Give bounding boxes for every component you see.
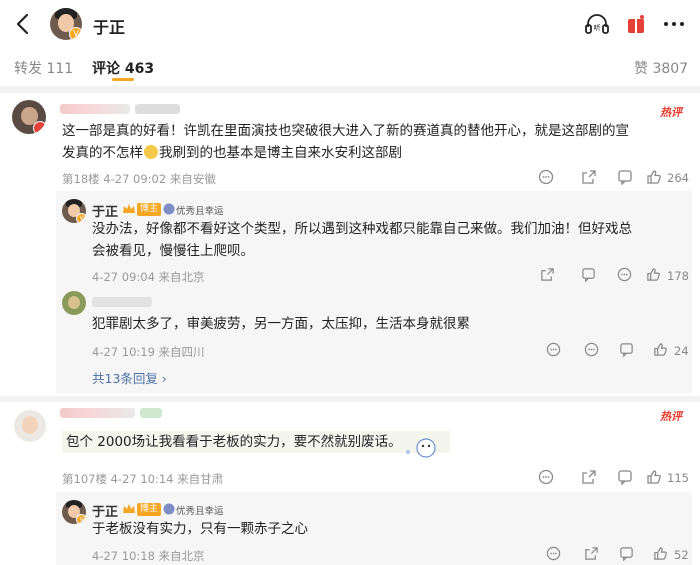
reply-meta: 4-27 10:18 来自北京 [92, 549, 205, 563]
reply-icon[interactable] [546, 546, 561, 561]
reply-text: 于老板没有实力，只有一颗赤子之心 [92, 521, 308, 537]
share-icon[interactable] [540, 267, 555, 282]
top-bar: V 于正 听 [0, 0, 700, 50]
tab-reposts[interactable]: 转发 111 [14, 58, 73, 78]
blurred-badge [140, 408, 162, 418]
commenter-avatar[interactable] [14, 410, 46, 442]
verified-badge-icon: V [69, 27, 82, 40]
reply-meta: 4-27 10:19 来自四川 [92, 345, 205, 359]
more-icon[interactable] [662, 12, 686, 36]
verified-badge-icon: V [76, 514, 86, 524]
like-icon[interactable] [653, 342, 668, 357]
reply-icon[interactable] [584, 342, 599, 357]
comment-icon[interactable] [581, 267, 596, 282]
share-icon[interactable] [581, 169, 597, 185]
reply-icon[interactable] [617, 267, 632, 282]
author-badge: 博主 [137, 503, 162, 516]
share-icon[interactable] [581, 469, 597, 485]
reply-text: 没办法，好像都不看好这个类型，所以遇到这种戏都只能靠自己来做。我们加油！但好戏总… [92, 221, 632, 259]
comment-icon[interactable] [617, 469, 633, 485]
back-arrow-icon[interactable] [12, 12, 36, 36]
like-count: 115 [667, 471, 689, 485]
reply-avatar[interactable]: V [62, 199, 86, 223]
comment-icon[interactable] [619, 342, 634, 357]
level-crown-icon [122, 203, 136, 215]
author-avatar[interactable]: V [50, 8, 82, 40]
divider [0, 396, 700, 402]
like-count: 24 [674, 344, 689, 358]
user-badge-icon [33, 121, 46, 134]
commenter-avatar[interactable] [12, 100, 46, 134]
like-icon[interactable] [646, 169, 662, 185]
reply-avatar[interactable]: V [62, 500, 86, 524]
comment-text: 这一部是真的好看！许凯在里面演技也突破很大进入了新的赛道真的替他开心，就是这部剧… [62, 123, 629, 161]
tab-comments[interactable]: 评论 463 [92, 58, 154, 78]
tab-bar: 转发 111 评论 463 赞 3807 [0, 54, 700, 84]
blurred-badge [135, 104, 180, 114]
blurred-username [92, 297, 152, 307]
share-icon[interactable] [584, 546, 599, 561]
listen-icon[interactable]: 听 [584, 12, 609, 36]
tag-icon [163, 503, 175, 515]
like-count: 52 [674, 548, 689, 562]
like-icon[interactable] [653, 546, 668, 561]
author-badge: 博主 [137, 203, 162, 216]
like-count: 264 [667, 171, 689, 185]
verified-badge-icon: V [76, 213, 86, 223]
page-title: 于正 [93, 18, 126, 37]
comment-meta: 第18楼 4-27 09:02 来自安徽 [62, 172, 216, 186]
reply-text: 犯罪剧太多了，审美疲劳，另一方面，太压抑，生活本身就很累 [92, 316, 470, 332]
tag-icon [163, 203, 175, 215]
blurred-username [60, 104, 130, 114]
user-tag: 优秀且幸运 [176, 206, 224, 217]
view-more-replies[interactable]: 共13条回复 › [92, 368, 167, 387]
chevron-right-icon: › [161, 372, 167, 386]
reply-avatar[interactable] [62, 291, 86, 315]
tab-likes[interactable]: 赞 3807 [634, 58, 688, 78]
level-crown-icon [122, 503, 136, 515]
reply-meta: 4-27 09:04 来自北京 [92, 270, 205, 284]
svg-text:听: 听 [594, 23, 601, 32]
crying-emoji-icon [144, 145, 158, 159]
reply-icon[interactable] [538, 169, 554, 185]
comment-meta: 第107楼 4-27 10:14 来自甘肃 [62, 472, 224, 486]
user-tag: 优秀且幸运 [176, 506, 224, 517]
sticker-icon [396, 432, 444, 460]
reply-icon[interactable] [546, 342, 561, 357]
hot-comment-label: 热评 [660, 106, 682, 119]
like-icon[interactable] [646, 469, 662, 485]
hot-comment-label: 热评 [660, 410, 682, 423]
blurred-username [60, 408, 135, 418]
comment-text: 包个 2000场让我看看于老板的实力，要不然就别废话。 [62, 431, 450, 453]
gift-icon[interactable] [624, 12, 648, 36]
comment-icon[interactable] [617, 169, 633, 185]
like-count: 178 [667, 269, 689, 283]
reply-icon[interactable] [538, 469, 554, 485]
active-tab-indicator [112, 78, 134, 81]
comment-icon[interactable] [619, 546, 634, 561]
divider [0, 86, 700, 93]
like-icon[interactable] [646, 267, 661, 282]
